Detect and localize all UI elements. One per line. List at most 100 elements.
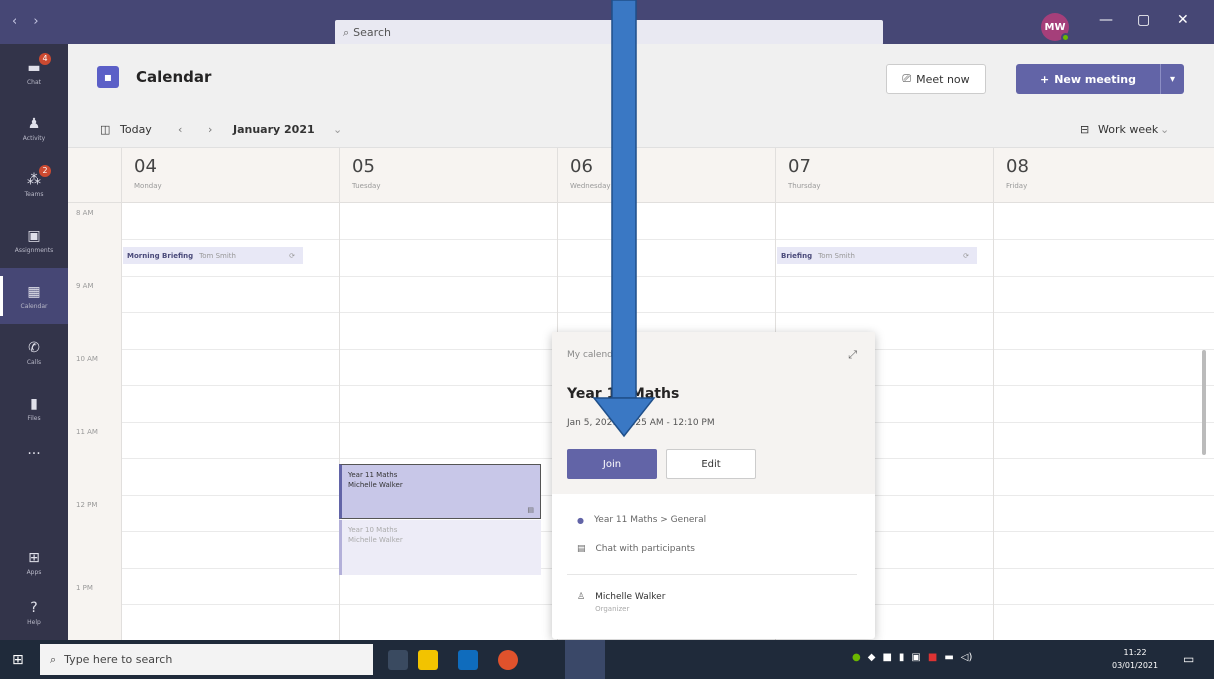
rail-item-more[interactable]: ... (0, 422, 68, 478)
tray-icon: ◆ (867, 652, 876, 663)
day-name: Thursday (788, 182, 821, 190)
day-number: 07 (788, 156, 811, 177)
search-input[interactable]: ⌕ Search (335, 20, 883, 45)
avatar[interactable]: MW (1041, 13, 1070, 42)
day-header-monday[interactable]: 04 Monday (121, 148, 339, 203)
windows-start-icon[interactable]: ⊞ (12, 652, 24, 668)
day-header-friday[interactable]: 08 Friday (993, 148, 1214, 203)
teams-taskbar-icon[interactable] (565, 640, 605, 679)
rail-item-chat[interactable]: ▬ 4 Chat (0, 44, 68, 100)
tray-icon: ▮ (898, 652, 905, 663)
title-bar: ‹ › ⌕ Search MW — ▢ ✕ (0, 0, 1214, 45)
minimize-icon[interactable]: — (1099, 12, 1113, 28)
day-name: Friday (1006, 182, 1028, 190)
chat-icon: ▬ 4 (25, 52, 51, 77)
file-icon: ▮ (30, 395, 38, 412)
close-icon[interactable]: ✕ (1177, 12, 1189, 28)
event-year11-maths[interactable]: Year 11 Maths Michelle Walker ▤ (339, 464, 541, 519)
tray-icon: ● (852, 652, 861, 663)
avatar-initials: MW (1044, 21, 1066, 33)
day-header-wednesday[interactable]: 06 Wednesday (557, 148, 775, 203)
chat-icon: ▤ (577, 544, 586, 554)
chevron-down-icon[interactable]: ⌄ (1160, 123, 1169, 136)
recurring-icon: ⟳ (289, 251, 295, 260)
chevron-down-icon[interactable]: ▾ (1160, 64, 1184, 94)
notification-icon[interactable]: ▭ (1183, 652, 1194, 666)
volume-icon: ◁) (960, 652, 973, 663)
join-button[interactable]: Join (567, 449, 657, 479)
calendar-header: ▪ Calendar ⎚ Meet now + New meeting ▾ (68, 44, 1214, 108)
windows-taskbar: ⊞ ⌕ Type here to search ● ◆ ■ ▮ ▣ ■ ▬ ◁)… (0, 640, 1214, 679)
next-week-button[interactable]: › (208, 123, 212, 136)
divider (567, 574, 857, 575)
outlook-icon[interactable] (458, 650, 478, 670)
new-meeting-label: New meeting (1054, 72, 1136, 86)
event-organizer: Michelle Walker (348, 481, 403, 489)
app-rail: ▬ 4 Chat ♟ Activity ⁂ 2 Teams ▣ Assignment… (0, 44, 68, 640)
chat-row[interactable]: ▤ Chat with participants (577, 544, 695, 554)
taskbar-clock[interactable]: 11:22 03/01/2021 (1112, 646, 1158, 672)
edit-button[interactable]: Edit (666, 449, 756, 479)
month-picker[interactable]: January 2021 (233, 123, 315, 136)
rail-item-calls[interactable]: ✆ Calls (0, 324, 68, 380)
file-explorer-icon[interactable] (418, 650, 438, 670)
organizer-name: Michelle Walker (595, 592, 666, 602)
tray-icon: ■ (882, 652, 892, 663)
history-nav[interactable]: ‹ › (12, 14, 45, 29)
time-label: 9 AM (76, 282, 94, 290)
event-title: Year 11 Maths (348, 471, 398, 479)
clock-date: 03/01/2021 (1112, 661, 1159, 670)
rail-item-help[interactable]: ? Help (0, 584, 68, 640)
taskbar-search[interactable]: ⌕ Type here to search (40, 644, 373, 675)
task-view-icon[interactable] (388, 650, 408, 670)
recurring-icon: ⟳ (963, 251, 969, 260)
teams-badge: 2 (39, 164, 51, 177)
help-icon: ? (30, 599, 38, 616)
day-header-thursday[interactable]: 07 Thursday (775, 148, 993, 203)
phone-icon: ✆ (28, 339, 40, 356)
time-label: 11 AM (76, 428, 98, 436)
today-button[interactable]: Today (120, 123, 152, 136)
time-label: 8 AM (76, 209, 94, 217)
chrome-icon[interactable] (498, 650, 518, 670)
meet-now-button[interactable]: ⎚ Meet now (886, 64, 986, 94)
assignments-icon: ▣ (27, 227, 41, 244)
expand-icon[interactable]: ⤢ (848, 348, 857, 362)
view-selector[interactable]: Work week (1098, 123, 1158, 136)
day-divider (121, 203, 122, 640)
more-icon: ... (27, 442, 41, 458)
system-tray[interactable]: ● ◆ ■ ▮ ▣ ■ ▬ ◁) (852, 652, 972, 663)
event-morning-briefing[interactable]: Morning Briefing Tom Smith ⟳ (123, 247, 303, 264)
day-header-tuesday[interactable]: 05 Tuesday (339, 148, 557, 203)
chat-link: Chat with participants (595, 544, 695, 554)
meeting-title: Year 11 Maths (567, 386, 680, 402)
teams-meeting-icon: ▤ (527, 506, 534, 514)
event-title: Briefing (781, 251, 813, 260)
teams-window: ‹ › ⌕ Search MW — ▢ ✕ ▬ 4 Chat ♟ Activity… (0, 0, 1214, 679)
day-number: 05 (352, 156, 375, 177)
rail-item-activity[interactable]: ♟ Activity (0, 100, 68, 156)
search-icon: ⌕ (343, 25, 350, 39)
scrollbar[interactable] (1202, 350, 1206, 455)
rail-item-assignments[interactable]: ▣ Assignments (0, 212, 68, 268)
prev-week-button[interactable]: ‹ (178, 123, 182, 136)
rail-label: Apps (26, 568, 42, 576)
organizer-role: Organizer (595, 605, 630, 613)
new-meeting-button[interactable]: + New meeting ▾ (1016, 64, 1184, 94)
channel-row[interactable]: ● Year 11 Maths > General (577, 515, 706, 525)
chevron-down-icon[interactable]: ⌄ (333, 123, 342, 136)
time-label: 10 AM (76, 355, 98, 363)
rail-item-teams[interactable]: ⁂ 2 Teams (0, 156, 68, 212)
new-meeting-main[interactable]: + New meeting (1016, 73, 1160, 86)
tray-icon: ▣ (911, 652, 921, 663)
rail-item-apps[interactable]: ⊞ Apps (0, 534, 68, 590)
time-column: 8 AM 9 AM 10 AM 11 AM 12 PM 1 PM (68, 203, 121, 640)
today-icon: ◫ (100, 123, 111, 136)
rail-label: Calls (26, 358, 42, 366)
rail-label: Calendar (20, 302, 48, 310)
event-briefing[interactable]: Briefing Tom Smith ⟳ (777, 247, 977, 264)
event-year10-maths[interactable]: Year 10 Maths Michelle Walker (339, 520, 541, 575)
maximize-icon[interactable]: ▢ (1137, 12, 1150, 28)
rail-item-calendar[interactable]: ▦ Calendar (0, 268, 68, 324)
day-name: Monday (134, 182, 162, 190)
